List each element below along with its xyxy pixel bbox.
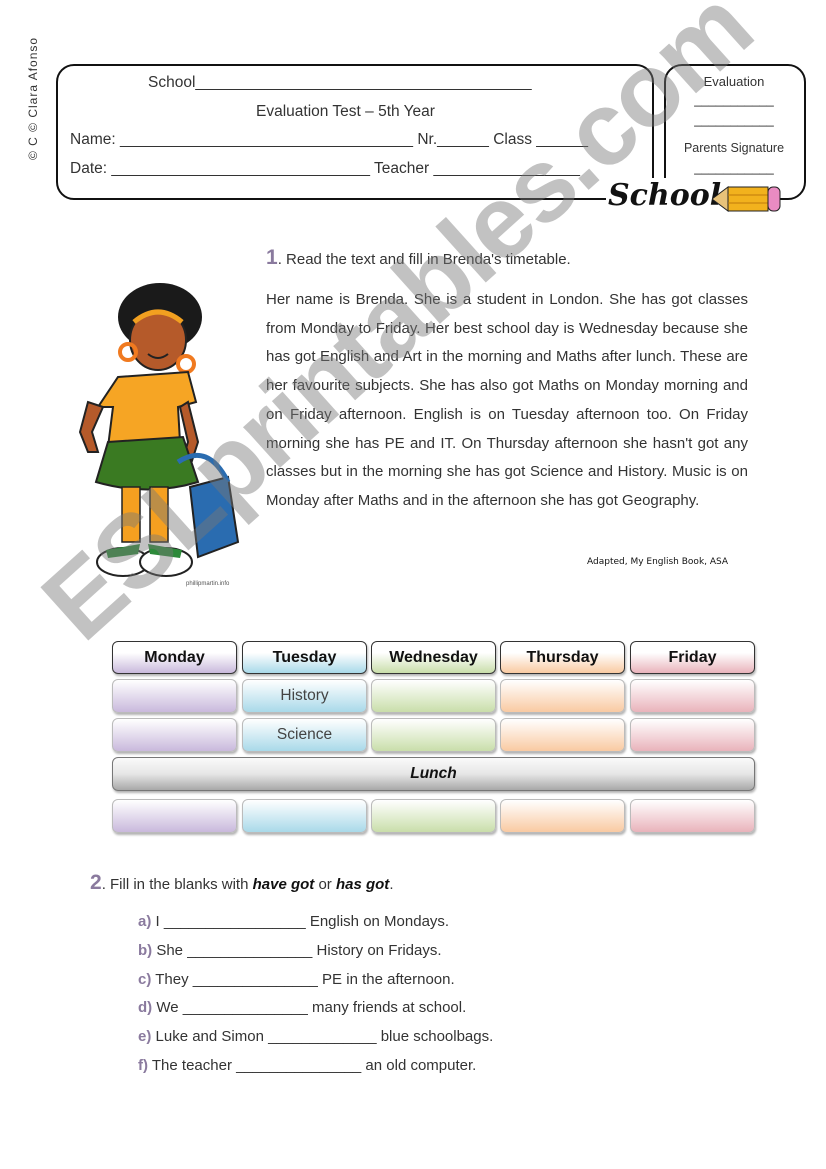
item-letter: c) [138, 970, 152, 988]
timetable-header-wednesday: Wednesday [371, 641, 496, 674]
item-sentence[interactable]: We _______________ many friends at schoo… [152, 999, 466, 1016]
item-letter: b) [138, 941, 153, 959]
timetable-cell-monday-3[interactable] [112, 799, 237, 833]
item-sentence[interactable]: They _______________ PE in the afternoon… [151, 971, 454, 988]
timetable-cell-wednesday-3[interactable] [371, 799, 496, 833]
timetable-cell-wednesday-1[interactable] [371, 679, 496, 713]
timetable-cell-monday-2[interactable] [112, 718, 237, 752]
timetable-cell-thursday-1[interactable] [500, 679, 625, 713]
school-field[interactable]: School__________________________________… [148, 74, 532, 92]
timetable-header-tuesday: Tuesday [242, 641, 367, 674]
exercise-2-item: d) We _______________ many friends at sc… [138, 999, 466, 1016]
timetable-lunch-row: Lunch [112, 757, 755, 791]
have-got-phrase: have got [252, 876, 315, 893]
evaluation-blank-1[interactable]: ___________ [664, 92, 804, 107]
item-sentence[interactable]: The teacher _______________ an old compu… [148, 1057, 476, 1074]
timetable-cell-wednesday-2[interactable] [371, 718, 496, 752]
exercise-2-item: a) I _________________ English on Monday… [138, 913, 449, 930]
exercise-2-item: b) She _______________ History on Friday… [138, 942, 442, 959]
reading-text: Her name is Brenda. She is a student in … [266, 291, 748, 509]
item-sentence[interactable]: I _________________ English on Mondays. [151, 913, 450, 930]
timetable-cell-thursday-2[interactable] [500, 718, 625, 752]
exercise-1-instruction: . Read the text and fill in Brenda's tim… [277, 251, 571, 268]
timetable-cell-friday-2[interactable] [630, 718, 755, 752]
parents-signature-blank[interactable]: ___________ [664, 160, 804, 175]
exercise-1-heading: 1. Read the text and fill in Brenda's ti… [266, 246, 571, 270]
timetable-cell-monday-1[interactable] [112, 679, 237, 713]
item-letter: d) [138, 999, 153, 1017]
copyright-text: © C © Clara Afonso [26, 36, 40, 160]
timetable-cell-friday-1[interactable] [630, 679, 755, 713]
timetable-cell-tuesday-1[interactable]: History [242, 679, 367, 713]
parents-signature-label: Parents Signature [683, 141, 785, 155]
school-logo-text: School [606, 178, 724, 213]
evaluation-blank-2[interactable]: ___________ [664, 112, 804, 127]
timetable-cell-tuesday-3[interactable] [242, 799, 367, 833]
pencil-icon [712, 186, 781, 212]
illustration-credit: phillipmartin.info [186, 581, 230, 587]
exercise-1-number: 1 [266, 246, 278, 269]
date-field[interactable]: Date: ______________________________ Tea… [70, 160, 580, 178]
test-title: Evaluation Test – 5th Year [256, 103, 435, 120]
worksheet-page: © C © Clara Afonso School_______________… [0, 0, 826, 1169]
exercise-2-item: c) They _______________ PE in the aftern… [138, 971, 455, 988]
timetable-header-friday: Friday [630, 641, 755, 674]
timetable-cell-tuesday-2[interactable]: Science [242, 718, 367, 752]
has-got-phrase: has got [335, 876, 390, 893]
girl-with-schoolbag-illustration [78, 283, 240, 577]
timetable-header-monday: Monday [112, 641, 237, 674]
item-sentence[interactable]: She _______________ History on Fridays. [152, 942, 441, 959]
item-letter: a) [138, 913, 152, 930]
exercise-2-heading: 2. Fill in the blanks with have got or h… [90, 871, 394, 894]
exercise-2-number: 2 [90, 871, 102, 894]
item-sentence[interactable]: Luke and Simon _____________ blue school… [151, 1028, 494, 1045]
text-credit: Adapted, My English Book, ASA [587, 557, 729, 567]
name-field[interactable]: Name: __________________________________… [70, 131, 588, 149]
timetable-cell-thursday-3[interactable] [500, 799, 625, 833]
evaluation-label: Evaluation [703, 74, 765, 89]
exercise-2-item: f) The teacher _______________ an old co… [138, 1057, 476, 1074]
timetable-cell-friday-3[interactable] [630, 799, 755, 833]
item-letter: f) [138, 1057, 148, 1074]
exercise-2-item: e) Luke and Simon _____________ blue sch… [138, 1028, 493, 1045]
item-letter: e) [138, 1028, 152, 1046]
timetable-header-thursday: Thursday [500, 641, 625, 674]
